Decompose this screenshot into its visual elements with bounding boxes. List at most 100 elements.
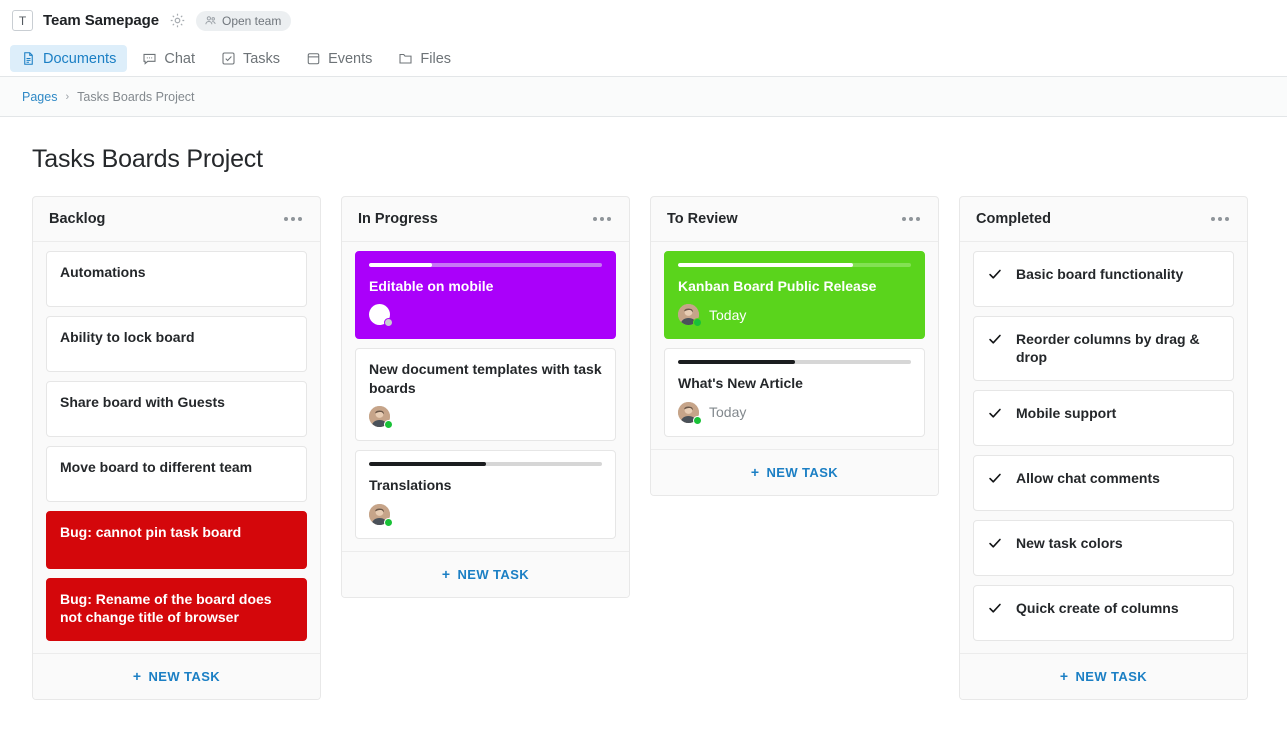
task-card[interactable]: New document templates with task boards [355,348,616,442]
avatar[interactable] [369,304,393,328]
task-card[interactable]: Share board with Guests [46,381,307,437]
open-team-badge[interactable]: Open team [195,10,292,31]
column-title: Backlog [49,211,106,227]
team-initial: T [18,13,27,28]
column-header: To Review [651,197,938,242]
new-task-label: NEW TASK [1075,668,1148,684]
task-card[interactable]: What's New Article Today [664,348,925,437]
progress-bar [369,462,602,467]
tab-label: Chat [164,50,195,67]
breadcrumb-pages-link[interactable]: Pages [22,90,57,104]
board-column: Backlog Automations Ability to lock board S… [32,196,321,700]
avatar[interactable] [369,406,393,430]
task-card-title: What's New Article [678,375,803,392]
task-card-title: Translations [369,477,452,494]
task-card[interactable]: Reorder columns by drag & drop [973,316,1234,381]
board-column: Completed Basic board functionality Reorde… [959,196,1248,700]
progress-bar [678,263,911,267]
task-card-title: Editable on mobile [369,278,494,294]
column-header: In Progress [342,197,629,242]
team-name: Team Samepage [43,12,159,29]
task-card[interactable]: Basic board functionality [973,251,1234,307]
task-card[interactable]: Allow chat comments [973,454,1234,511]
task-card-meta [369,406,602,430]
new-task-label: NEW TASK [457,566,530,582]
ellipsis-icon[interactable] [591,213,613,225]
ellipsis-icon[interactable] [900,213,922,225]
presence-status-dot [693,318,702,328]
avatar[interactable] [369,503,393,527]
new-task-label: NEW TASK [766,464,839,480]
column-header: Completed [960,197,1247,242]
tab-label: Documents [43,50,117,67]
breadcrumb: Pages › Tasks Boards Project [0,77,1287,117]
task-card-title: New task colors [1016,534,1123,551]
task-card[interactable]: Move board to different team [46,446,307,502]
plus-icon: + [441,566,451,583]
top-bar: T Team Samepage Open team [0,0,1287,41]
tab-documents[interactable]: Documents [10,45,128,72]
column-card-list: Kanban Board Public Release Today What's N… [651,242,938,449]
task-card-meta [369,304,602,328]
check-icon [988,330,1002,346]
avatar[interactable] [678,401,702,425]
chat-bubble-icon [142,51,157,66]
gear-icon[interactable] [169,12,186,29]
breadcrumb-separator: › [65,90,70,103]
due-date: Today [709,306,747,323]
tab-chat[interactable]: Chat [131,45,206,72]
task-card-title: Quick create of columns [1016,599,1179,616]
task-card-title: Kanban Board Public Release [678,278,877,294]
task-card[interactable]: Bug: Rename of the board does not change… [46,578,307,641]
new-task-button[interactable]: + NEW TASK [33,652,320,699]
new-task-label: NEW TASK [148,668,221,684]
task-card-title: Share board with Guests [60,394,225,410]
check-icon [988,469,1002,485]
check-icon [988,599,1002,615]
board-column: In Progress Editable on mobile New documen… [341,196,630,598]
column-card-list: Editable on mobile New document templates… [342,242,629,551]
column-title: In Progress [358,211,438,227]
avatar[interactable] [678,304,702,328]
page-title: Tasks Boards Project [32,145,263,173]
new-task-button[interactable]: + NEW TASK [960,652,1247,699]
open-team-label: Open team [221,13,282,28]
task-card-title: Mobile support [1016,404,1117,421]
column-card-list: Automations Ability to lock board Share bo… [33,242,320,653]
new-task-button[interactable]: + NEW TASK [651,448,938,495]
check-icon [988,265,1002,281]
task-card[interactable]: Kanban Board Public Release Today [664,251,925,340]
tab-files[interactable]: Files [387,45,462,72]
presence-status-dot [693,415,702,425]
task-card[interactable]: Automations [46,251,307,307]
tab-events[interactable]: Events [295,45,383,72]
new-task-button[interactable]: + NEW TASK [342,550,629,597]
task-card[interactable]: Mobile support [973,389,1234,446]
presence-status-dot [384,517,393,527]
task-card-title: Allow chat comments [1016,469,1160,486]
column-header: Backlog [33,197,320,242]
task-card[interactable]: Quick create of columns [973,584,1234,641]
tab-label: Files [420,50,452,67]
checkbox-icon [221,51,236,66]
tab-tasks[interactable]: Tasks [210,45,291,72]
folder-icon [398,51,413,66]
task-card[interactable]: New task colors [973,519,1234,576]
tab-label: Events [328,50,373,67]
task-card-title: Ability to lock board [60,329,195,345]
column-title: Completed [976,211,1051,227]
task-card[interactable]: Editable on mobile [355,251,616,340]
ellipsis-icon[interactable] [282,213,304,225]
task-card[interactable]: Translations [355,450,616,539]
check-icon [988,534,1002,550]
task-card-title: Bug: Rename of the board does not change… [60,591,272,626]
task-card-title: Automations [60,264,146,280]
due-date: Today [709,404,747,421]
task-card-title: Basic board functionality [1016,266,1184,282]
task-card[interactable]: Bug: cannot pin task board [46,511,307,569]
people-icon [204,14,217,27]
task-card[interactable]: Ability to lock board [46,316,307,372]
ellipsis-icon[interactable] [1209,213,1231,225]
task-card-meta [369,503,602,527]
task-card-title: Move board to different team [60,459,253,475]
